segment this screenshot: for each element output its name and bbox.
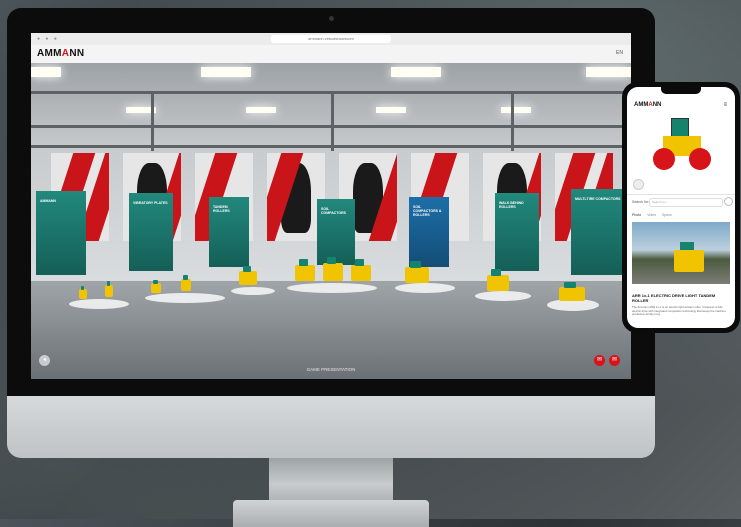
smartphone: AMMANN ≡ Search for: Search for ... Phot… — [622, 82, 740, 333]
display-plinth — [395, 283, 455, 293]
truss-post — [331, 91, 334, 151]
chat-button[interactable]: ✉ — [594, 355, 605, 366]
search-label: Search for: — [632, 200, 650, 204]
app-header: AMMANN EN — [31, 45, 631, 64]
share-button[interactable]: ✉ — [609, 355, 620, 366]
product-image — [653, 118, 711, 172]
machine-model[interactable] — [559, 282, 585, 301]
category-panel-walk-behind-rollers[interactable]: WALK BEHIND ROLLERS — [495, 193, 539, 271]
machine-model[interactable] — [181, 274, 191, 291]
machine-model[interactable] — [351, 259, 371, 281]
machine-model[interactable] — [487, 269, 509, 291]
ceiling-light — [246, 107, 276, 113]
display-plinth — [69, 299, 129, 309]
category-panel-tandem-rollers[interactable]: TANDEM ROLLERS — [209, 197, 249, 267]
display-plinth — [287, 283, 377, 293]
phone-notch — [661, 87, 701, 94]
tab-photo[interactable]: Photo — [632, 213, 641, 217]
ceiling-light — [376, 107, 406, 113]
display-plinth — [145, 293, 225, 303]
category-panel-multi-tire-compactors[interactable]: MULTI-TIRE COMPACTORS — [571, 189, 625, 275]
machine-model[interactable] — [295, 259, 315, 281]
category-panel-ammann[interactable]: AMMANN — [36, 191, 86, 275]
camera-dot — [329, 16, 334, 21]
product-photo[interactable] — [632, 222, 730, 284]
media-tabs: Photo Video Specs — [632, 213, 678, 217]
ceiling-light — [31, 67, 61, 77]
machine-model[interactable] — [323, 256, 343, 281]
machine-model[interactable] — [105, 280, 113, 297]
language-selector[interactable]: EN — [616, 50, 623, 56]
product-title: ARR 1x-1 ELECTRIC DRIVE LIGHT TANDEM ROL… — [632, 293, 716, 303]
address-bar[interactable]: ammann.virtualshowroom — [271, 35, 391, 43]
truss-post — [151, 91, 154, 151]
tab-specs[interactable]: Specs — [662, 213, 672, 217]
ceiling-light — [391, 67, 441, 77]
ceiling-light — [586, 67, 631, 77]
monitor-chin — [7, 396, 655, 458]
machine-model[interactable] — [405, 261, 429, 283]
truss-post — [511, 91, 514, 151]
desktop-monitor: ● ● ● ammann.virtualshowroom AMMANN EN A… — [7, 8, 655, 527]
menu-icon[interactable]: ≡ — [723, 102, 727, 108]
arrow-icon: ◂ — [42, 357, 46, 363]
display-plinth — [475, 291, 531, 301]
phone-brand-logo[interactable]: AMMANN — [634, 102, 661, 108]
category-panel-soil-compactors[interactable]: SOIL COMPACTORS — [317, 199, 355, 265]
gallery-dot-button[interactable] — [633, 179, 644, 190]
ceiling — [31, 63, 631, 153]
machine-model[interactable] — [239, 266, 257, 285]
search-placeholder: Search for ... — [652, 200, 670, 204]
presentation-caption: GAME PRESENTATION — [306, 367, 356, 372]
virtual-showroom-hall[interactable]: AMMANN VIBRATORY PLATES TANDEM ROLLERS S… — [31, 63, 631, 379]
machine-model[interactable] — [151, 279, 161, 293]
tab-video[interactable]: Video — [647, 213, 656, 217]
category-panel-vibratory-plates[interactable]: VIBRATORY PLATES — [129, 193, 173, 271]
reflective-floor — [31, 283, 631, 379]
display-plinth — [231, 287, 275, 295]
product-description: The Ammann ARR 1x-1 is an electric light… — [632, 305, 726, 317]
search-icon[interactable] — [724, 197, 733, 206]
share-icon: ✉ — [611, 357, 618, 363]
monitor-stand — [269, 458, 393, 502]
category-panel-soil-compactors-rollers[interactable]: SOIL COMPACTORS & ROLLERS — [409, 197, 449, 267]
window-controls[interactable]: ● ● ● — [37, 36, 59, 42]
divider — [627, 194, 735, 195]
phone-screen: AMMANN ≡ Search for: Search for ... Phot… — [627, 87, 735, 328]
ceiling-light — [501, 107, 531, 113]
ceiling-light — [201, 67, 251, 77]
monitor-screen: ● ● ● ammann.virtualshowroom AMMANN EN A… — [31, 33, 631, 379]
brand-logo[interactable]: AMMANN — [37, 48, 84, 59]
machine-model[interactable] — [79, 285, 87, 299]
chat-icon: ✉ — [596, 357, 603, 363]
arrow-button[interactable]: ◂ — [39, 355, 50, 366]
monitor-base — [233, 500, 429, 527]
